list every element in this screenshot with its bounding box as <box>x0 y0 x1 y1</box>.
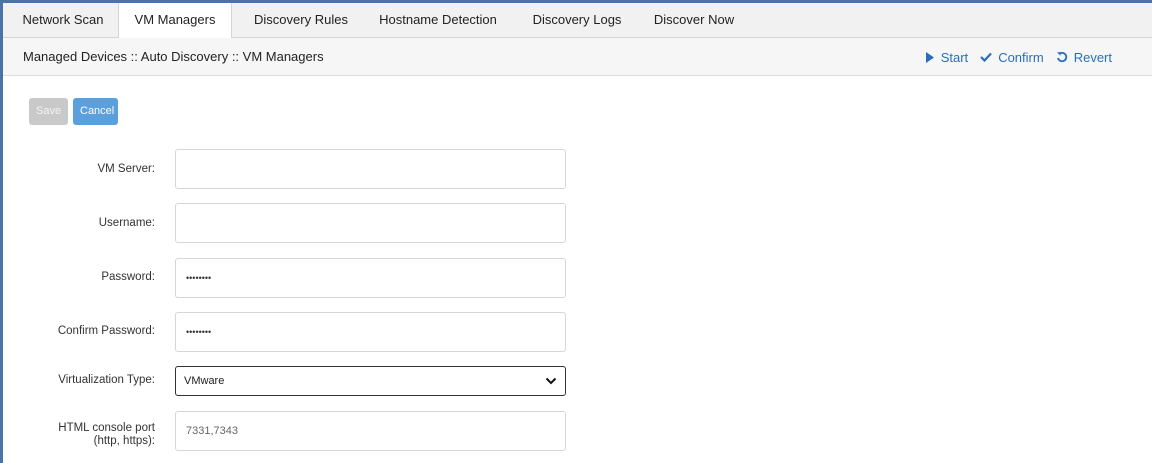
confirm-label: Confirm <box>998 49 1044 65</box>
tab-hostname-detection[interactable]: Hostname Detection <box>371 3 505 38</box>
html-console-port-label: HTML console port (http, https): <box>58 422 155 448</box>
check-icon <box>980 52 992 62</box>
vm-server-input[interactable] <box>175 149 566 189</box>
tab-vm-managers[interactable]: VM Managers <box>118 3 232 39</box>
html-console-port-label-line1: HTML console port <box>58 422 155 434</box>
confirm-button[interactable]: Confirm <box>980 50 1044 65</box>
username-label: Username: <box>98 217 155 229</box>
password-input[interactable]: •••••••• <box>175 258 566 298</box>
virtualization-type-label: Virtualization Type: <box>58 374 155 386</box>
vm-server-label: VM Server: <box>97 163 155 175</box>
save-button[interactable]: Save <box>29 98 68 125</box>
revert-button[interactable]: Revert <box>1056 50 1112 65</box>
username-input[interactable] <box>175 203 566 243</box>
tab-discovery-rules[interactable]: Discovery Rules <box>245 3 357 38</box>
start-button[interactable]: Start <box>925 50 968 65</box>
html-console-port-input[interactable]: 7331,7343 <box>175 411 566 451</box>
play-icon <box>925 51 935 63</box>
confirm-password-input[interactable]: •••••••• <box>175 312 566 352</box>
virtualization-type-value: VMware <box>184 375 225 387</box>
tab-discover-now[interactable]: Discover Now <box>644 3 744 38</box>
password-label: Password: <box>101 271 155 283</box>
breadcrumb-bar: Managed Devices :: Auto Discovery :: VM … <box>3 38 1152 76</box>
virtualization-type-select[interactable]: VMware <box>175 366 566 396</box>
tab-discovery-logs[interactable]: Discovery Logs <box>524 3 630 38</box>
start-label: Start <box>940 49 969 65</box>
html-console-port-value: 7331,7343 <box>186 425 238 437</box>
html-console-port-label-line2: (http, https): <box>93 435 155 447</box>
revert-label: Revert <box>1073 49 1112 65</box>
password-value: •••••••• <box>186 273 212 283</box>
cancel-button[interactable]: Cancel <box>73 98 118 125</box>
confirm-password-label: Confirm Password: <box>57 325 155 337</box>
chevron-down-icon <box>545 375 557 390</box>
header-actions: Start Confirm Revert <box>925 38 1112 76</box>
breadcrumb: Managed Devices :: Auto Discovery :: VM … <box>23 49 324 64</box>
tab-network-scan[interactable]: Network Scan <box>11 3 115 38</box>
revert-icon <box>1056 51 1068 63</box>
tab-bar: Network Scan VM Managers Discovery Rules… <box>3 3 1152 39</box>
confirm-password-value: •••••••• <box>186 327 212 337</box>
